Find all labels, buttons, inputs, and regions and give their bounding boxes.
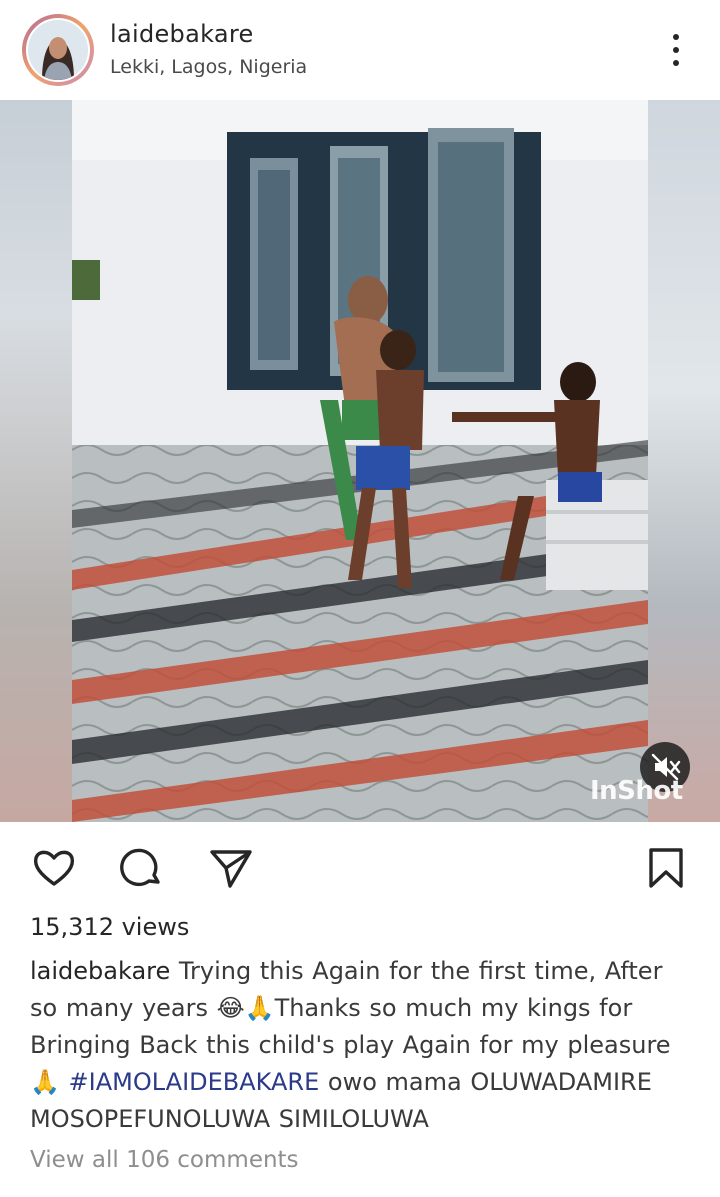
caption-emoji-1: 😂🙏 [216, 994, 275, 1022]
views-count[interactable]: 15,312 views [30, 913, 189, 941]
avatar[interactable] [26, 18, 90, 82]
post-video[interactable]: InShot [0, 100, 720, 822]
view-all-comments-link[interactable]: View all 106 comments [30, 1147, 299, 1173]
more-vertical-icon[interactable] [660, 28, 690, 72]
comment-bubble-icon[interactable] [118, 844, 166, 892]
heart-icon[interactable] [30, 844, 78, 892]
caption-hashtag[interactable]: #IAMOLAIDEBAKARE [69, 1068, 320, 1096]
watermark: InShot [590, 776, 683, 806]
video-blur-left [0, 100, 72, 822]
post-location[interactable]: Lekki, Lagos, Nigeria [110, 56, 307, 78]
action-bar [0, 822, 720, 912]
post-caption: laidebakare Trying this Again for the fi… [30, 953, 695, 1138]
paper-plane-icon[interactable] [206, 844, 254, 892]
caption-emoji-2: 🙏 [30, 1068, 60, 1096]
story-ring[interactable] [22, 14, 94, 86]
post-header: laidebakare Lekki, Lagos, Nigeria [0, 0, 720, 100]
caption-username[interactable]: laidebakare [30, 957, 170, 985]
video-frame [72, 100, 648, 822]
video-blur-right [648, 100, 720, 822]
avatar-photo [28, 20, 88, 80]
post-username[interactable]: laidebakare [110, 20, 254, 48]
bookmark-icon[interactable] [642, 844, 690, 892]
